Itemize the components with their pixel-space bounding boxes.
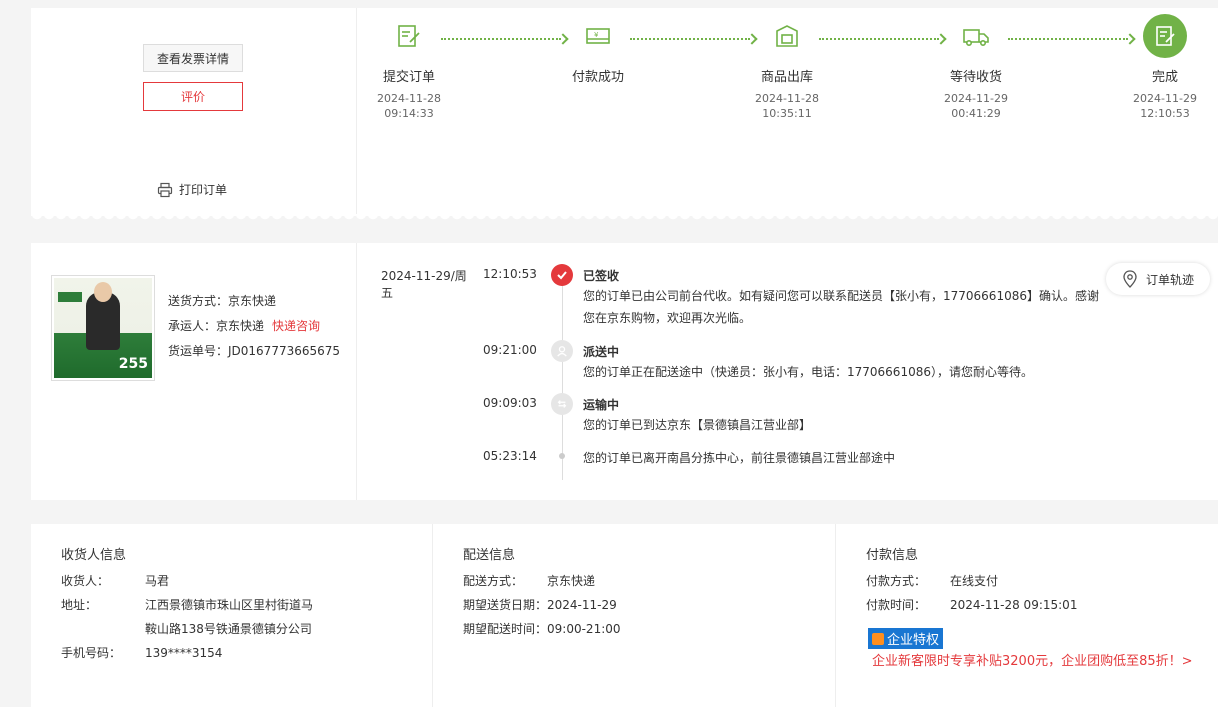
tracking-desc: 您的订单正在配送途中（快递员：张小有，电话：17706661086），请您耐心等…: [583, 365, 1033, 379]
step-name: 付款成功: [571, 70, 624, 85]
payment-info: 付款信息 付款方式： 在线支付 付款时间： 2024-11-28 09:15:01 …: [836, 524, 1218, 707]
review-button[interactable]: 评价: [143, 82, 243, 111]
step-time: 00:41:29: [951, 107, 1001, 120]
delivery-method: 京东快递: [547, 574, 596, 588]
enterprise-badge-label: 企业特权: [887, 633, 940, 648]
tracking-desc: 您的订单已由公司前台代收。如有疑问您可以联系配送员【张小有，1770666108…: [583, 289, 1099, 325]
payment-time: 2024-11-28 09:15:01: [950, 598, 1078, 612]
step-time: 10:35:11: [762, 107, 812, 120]
order-track-label: 订单轨迹: [1145, 272, 1194, 287]
order-submit-icon: [398, 25, 420, 47]
tracking-desc: 您的订单已到达京东【景德镇昌江营业部】: [583, 418, 812, 432]
step-name: 提交订单: [382, 70, 435, 85]
step-date: 2024-11-29: [1133, 92, 1197, 105]
step-time: 12:10:53: [1140, 107, 1190, 120]
enterprise-promo-link[interactable]: 企业新客限时专享补贴3200元，企业团购低至85折！>: [872, 650, 1193, 669]
phone-key: 手机号码：: [61, 646, 122, 660]
transport-icon: [551, 393, 573, 415]
package-summary: 255 送货方式：京东快递 承运人：京东快递 快递咨询 货运单号：JD016777…: [31, 243, 357, 500]
step-awaiting-receipt: 等待收货 2024-11-29 00:41:29: [916, 8, 1036, 121]
complete-icon: [1156, 26, 1175, 46]
location-pin-icon: [1123, 270, 1137, 288]
delivery-icon: [551, 340, 573, 362]
address-line1: 江西景德镇市珠山区里村街道马: [145, 598, 314, 612]
delivery-info: 配送信息 配送方式： 京东快递 期望送货日期：2024-11-29 期望配送时间：…: [433, 524, 836, 707]
address-line2: 鞍山路138号铁通景德镇分公司: [145, 622, 312, 636]
expected-time-key: 期望配送时间：: [463, 622, 548, 636]
expected-date: 2024-11-29: [547, 598, 617, 612]
order-info-panel: 收货人信息 收货人： 马君 地址： 江西景德镇市珠山区里村街道马 鞍山路138号铁通…: [31, 524, 1218, 707]
tracking-time: 12:10:53: [483, 267, 537, 281]
order-track-button[interactable]: 订单轨迹: [1106, 263, 1210, 295]
step-complete: 完成 2024-11-29 12:10:53: [1105, 8, 1218, 121]
step-warehouse-out: 商品出库 2024-11-28 10:35:11: [727, 8, 847, 121]
shipping-info: 送货方式：京东快递 承运人：京东快递 快递咨询 货运单号：JD0167773665…: [168, 289, 340, 364]
payment-icon: ¥: [586, 28, 610, 44]
print-order-link[interactable]: 打印订单: [157, 181, 227, 198]
step-date: 2024-11-29: [944, 92, 1008, 105]
progress-steps: 提交订单 2024-11-28 09:14:33 ¥ 付款成功 商品出库 2024…: [357, 8, 1218, 216]
tracking-time: 05:23:14: [483, 449, 537, 463]
step-submit-order: 提交订单 2024-11-28 09:14:33: [349, 8, 469, 121]
warehouse-out-icon: [776, 25, 798, 47]
address-key: 地址：: [61, 598, 98, 612]
enterprise-privilege-badge[interactable]: 企业特权: [868, 628, 944, 649]
step-name: 等待收货: [949, 70, 1002, 85]
tracking-number: 货运单号：JD0167773665675: [168, 344, 341, 358]
step-date: 2024-11-28: [377, 92, 441, 105]
shipping-method: 送货方式：京东快递: [168, 294, 277, 308]
step-payment: ¥ 付款成功: [538, 8, 658, 91]
delivery-method-key: 配送方式：: [463, 574, 524, 588]
printer-icon: [157, 182, 173, 197]
payment-method-key: 付款方式：: [866, 574, 927, 588]
tracking-desc: 您的订单已离开南昌分拣中心，前往景德镇昌江营业部途中: [583, 451, 896, 465]
step-name: 商品出库: [760, 70, 813, 85]
payment-heading: 付款信息: [866, 548, 919, 563]
tracking-date: 2024-11-29/周五: [381, 269, 467, 300]
order-actions: 查看发票详情 评价 打印订单: [31, 8, 357, 216]
product-thumbnail[interactable]: 255: [51, 275, 155, 381]
view-invoice-button[interactable]: 查看发票详情: [143, 44, 243, 72]
tracking-title: 派送中: [583, 345, 620, 359]
check-icon: [551, 264, 573, 286]
step-date: 2024-11-28: [755, 92, 819, 105]
expected-time: 09:00-21:00: [547, 622, 621, 636]
payment-time-key: 付款时间：: [866, 598, 927, 612]
consignee-info: 收货人信息 收货人： 马君 地址： 江西景德镇市珠山区里村街道马 鞍山路138号铁通…: [31, 524, 433, 707]
consignee-name-key: 收货人：: [61, 574, 110, 588]
tracking-time: 09:21:00: [483, 343, 537, 357]
step-time: 09:14:33: [384, 107, 434, 120]
expected-date-key: 期望送货日期：: [463, 598, 548, 612]
gift-icon: [872, 632, 884, 645]
step-name: 完成: [1151, 70, 1178, 85]
print-order-label: 打印订单: [179, 183, 228, 197]
tracking-title: 运输中: [583, 398, 620, 412]
tracking-title: 已签收: [583, 269, 620, 283]
courier-consult-link[interactable]: 快递咨询: [272, 319, 320, 333]
svg-text:¥: ¥: [594, 31, 599, 39]
payment-method: 在线支付: [950, 574, 999, 588]
zigzag-divider: [31, 214, 1218, 222]
tracking-time: 09:09:03: [483, 396, 537, 410]
tracking-timeline: 2024-11-29/周五 12:10:53 已签收 您的订单已由公司前台代收。…: [357, 243, 1218, 500]
phone-number: 139****3154: [145, 646, 223, 660]
consignee-heading: 收货人信息: [61, 548, 127, 563]
truck-icon: [963, 29, 989, 46]
carrier: 承运人：京东快递: [168, 319, 265, 333]
shipping-panel: 255 送货方式：京东快递 承运人：京东快递 快递咨询 货运单号：JD016777…: [31, 243, 1218, 500]
delivery-heading: 配送信息: [463, 548, 516, 563]
dot-icon: [559, 453, 565, 459]
order-progress-panel: 查看发票详情 评价 打印订单 提交订单 2024-11-28 09:14:33 ¥…: [31, 8, 1218, 216]
consignee-name: 马君: [145, 574, 170, 588]
thumbnail-price: 255: [118, 356, 148, 372]
